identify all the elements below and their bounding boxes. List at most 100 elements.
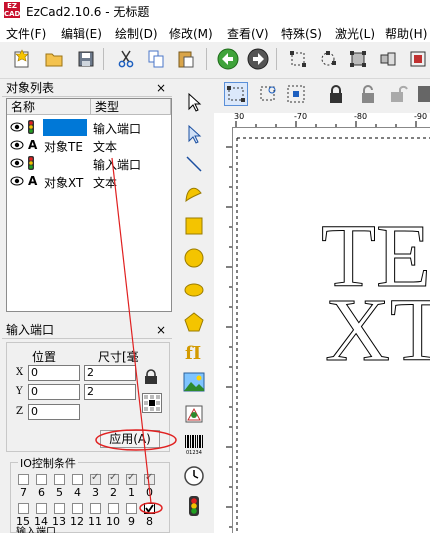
ungroup-icon[interactable] [376, 47, 400, 71]
unlock-object-icon[interactable] [356, 82, 380, 106]
line-tool-icon[interactable] [182, 152, 206, 176]
y-position-field[interactable]: 0 [28, 384, 80, 400]
object-list-close-button[interactable]: × [156, 80, 166, 96]
lock-object-icon[interactable] [324, 82, 348, 106]
menu-laser[interactable]: 激光(L) [335, 25, 375, 42]
list-item[interactable]: 输入端口 [7, 155, 171, 173]
vector-import-icon[interactable] [182, 402, 206, 426]
io-checkbox-4[interactable] [72, 474, 83, 485]
io-checkbox-6[interactable] [36, 474, 47, 485]
io-checkbox-11[interactable] [90, 503, 101, 514]
io-checkbox-0[interactable] [144, 472, 155, 485]
object-list-title: 对象列表 × [2, 80, 172, 97]
selected-name-cell[interactable] [43, 119, 87, 136]
io-checkbox-5[interactable] [54, 474, 65, 485]
io-checkbox-15[interactable] [18, 503, 29, 514]
node-edit-icon[interactable] [316, 47, 340, 71]
x-position-field[interactable]: 0 [28, 365, 80, 381]
list-item[interactable]: A 对象TE 文本 [7, 137, 171, 155]
io-checkbox-3[interactable] [90, 472, 101, 485]
traffic-light-icon [27, 119, 35, 138]
eye-icon[interactable] [10, 121, 24, 136]
column-header-type[interactable]: 类型 [91, 99, 171, 115]
canvas-text-xt[interactable]: XT [325, 281, 430, 381]
ruler-label: -80 [354, 112, 368, 121]
object-list-panel: 对象列表 × 名称 类型 输入端口 A 对象TE 文本 输入端口 A 对象XT … [2, 80, 172, 312]
menu-draw[interactable]: 绘制(D) [115, 25, 158, 42]
eye-icon[interactable] [10, 139, 24, 154]
list-item[interactable]: A 对象XT 文本 [7, 173, 171, 191]
apply-button[interactable]: 应用(A) [100, 430, 160, 448]
canvas-toolbar [214, 80, 430, 113]
circle-tool-icon[interactable] [182, 246, 206, 270]
width-field[interactable]: 2 [84, 365, 136, 381]
ellipse-tool-icon[interactable] [182, 278, 206, 302]
io-checkbox-7[interactable] [18, 474, 29, 485]
drawing-canvas[interactable]: TE XT [233, 128, 430, 533]
new-file-icon[interactable] [10, 47, 34, 71]
unlock-all-icon[interactable] [386, 82, 410, 106]
input-port-tool-icon[interactable] [182, 494, 206, 518]
lock-icon[interactable] [142, 368, 160, 386]
io-checkbox-9[interactable] [126, 503, 137, 514]
text-tool-icon[interactable]: fI [182, 340, 206, 364]
curve-tool-icon[interactable] [182, 182, 206, 206]
delay-timer-icon[interactable] [182, 464, 206, 488]
title-bar: EZ CAD EzCad2.10.6 - 无标题 [0, 0, 430, 22]
cut-icon[interactable] [114, 47, 138, 71]
io-checkbox-8[interactable] [144, 503, 155, 514]
menu-special[interactable]: 特殊(S) [281, 25, 322, 42]
io-label-8: 8 [146, 515, 153, 528]
save-icon[interactable] [74, 47, 98, 71]
io-label-7: 7 [20, 486, 27, 499]
menu-edit[interactable]: 编辑(E) [61, 25, 102, 42]
node-select-icon[interactable] [286, 47, 310, 71]
io-checkbox-2[interactable] [108, 472, 119, 485]
input-port-close-button[interactable]: × [156, 322, 166, 338]
row-type: 输入端口 [93, 158, 142, 172]
height-field[interactable]: 2 [84, 384, 136, 400]
undo-icon[interactable] [216, 47, 240, 71]
cut-off-label: 输入端口 [16, 527, 56, 533]
z-position-field[interactable]: 0 [28, 404, 80, 420]
eye-icon[interactable] [10, 175, 24, 190]
menu-help[interactable]: 帮助(H) [385, 25, 427, 42]
z-axis-label: Z [16, 406, 23, 417]
barcode-tool-icon[interactable]: 01234 [182, 432, 206, 456]
svg-text:fI: fI [185, 343, 201, 363]
menu-view[interactable]: 查看(V) [227, 25, 269, 42]
io-label-11: 11 [88, 515, 102, 528]
io-checkbox-14[interactable] [36, 503, 47, 514]
bitmap-tool-icon[interactable] [182, 370, 206, 394]
align-icon[interactable] [406, 47, 430, 71]
column-header-name[interactable]: 名称 [7, 99, 91, 115]
io-checkbox-12[interactable] [72, 503, 83, 514]
more-tool-icon[interactable] [416, 82, 430, 106]
object-list[interactable]: 名称 类型 输入端口 A 对象TE 文本 输入端口 A 对象XT 文本 [6, 98, 172, 312]
paste-icon[interactable] [174, 47, 198, 71]
list-item[interactable]: 输入端口 [7, 119, 171, 137]
ezcad-logo-icon: EZ CAD [4, 2, 21, 18]
open-folder-icon[interactable] [42, 47, 66, 71]
select-arrow-icon[interactable] [182, 90, 206, 114]
anchor-grid-icon[interactable] [142, 393, 162, 413]
row-type: 输入端口 [93, 122, 142, 136]
io-checkbox-10[interactable] [108, 503, 119, 514]
copy-icon[interactable] [144, 47, 168, 71]
input-port-title-text: 输入端口 [6, 323, 55, 337]
input-port-panel: 输入端口 × 位置 尺寸[毫 X Y Z 0 0 0 2 2 应用(A) IO控… [2, 322, 172, 533]
size-label: 尺寸[毫 [98, 350, 139, 364]
eye-icon[interactable] [10, 157, 24, 172]
io-checkbox-1[interactable] [126, 472, 137, 485]
transform-rotate-icon[interactable] [256, 82, 280, 106]
polygon-tool-icon[interactable] [182, 310, 206, 334]
menu-file[interactable]: 文件(F) [6, 25, 46, 42]
transform-select-icon[interactable] [224, 82, 248, 106]
menu-modify[interactable]: 修改(M) [169, 25, 213, 42]
transform-mirror-icon[interactable] [284, 82, 308, 106]
node-arrow-icon[interactable] [182, 122, 206, 146]
redo-icon[interactable] [246, 47, 270, 71]
group-icon[interactable] [346, 47, 370, 71]
io-checkbox-13[interactable] [54, 503, 65, 514]
rectangle-tool-icon[interactable] [182, 214, 206, 238]
